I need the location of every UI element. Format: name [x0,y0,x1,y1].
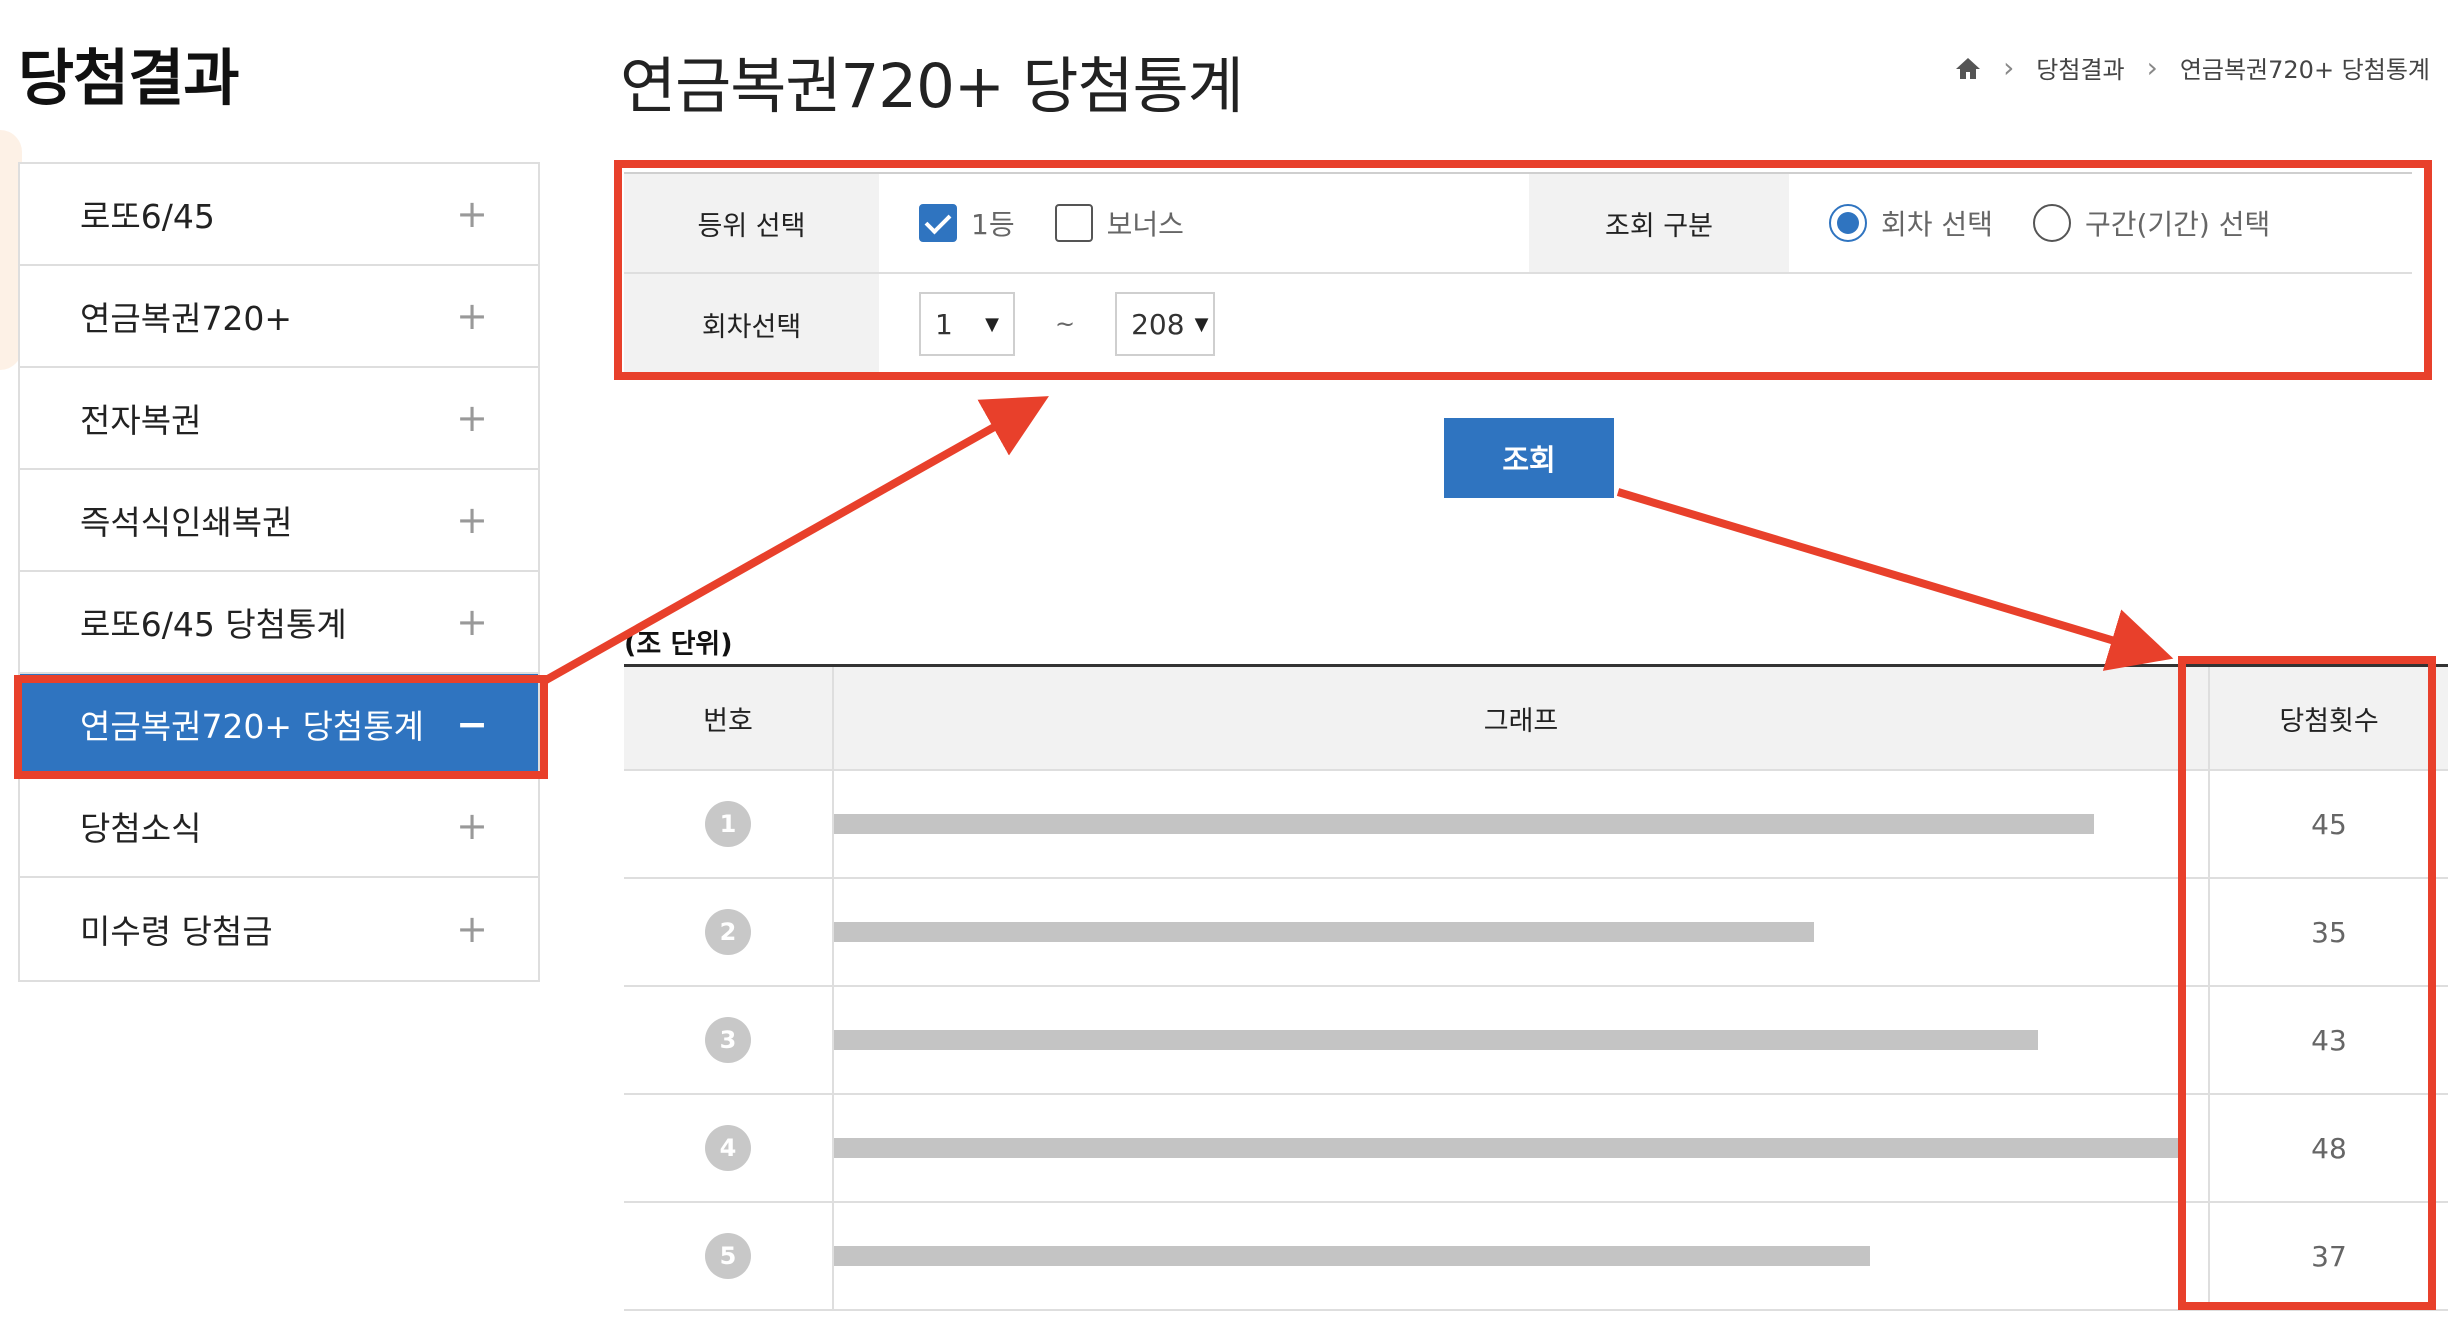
graph-bar [834,814,2094,834]
round-from-select[interactable]: 1 ▼ [919,292,1015,356]
radio-icon[interactable] [2032,204,2071,242]
expand-icon: + [456,600,488,644]
radio-selected-icon[interactable] [1829,204,1867,242]
chevron-right-icon: › [2003,51,2015,84]
win-count: 43 [2311,1023,2347,1057]
results-table: 번호 그래프 당첨횟수 1 45 2 35 3 43 4 48 5 37 [624,664,2448,1311]
table-row: 4 48 [624,1095,2448,1203]
round-select-radio[interactable]: 회차 선택 [1829,203,1993,243]
expand-icon: + [456,907,488,951]
row-number-badge: 2 [705,909,751,955]
side-title: 당첨결과 [18,43,239,114]
row-number-badge: 5 [705,1233,751,1279]
win-count: 37 [2311,1239,2347,1273]
query-type-options: 회차 선택 구간(기간) 선택 [1789,174,2412,272]
sidebar-item-pension720-stats[interactable]: 연금복권720+ 당첨통계 − [20,674,538,776]
caret-down-icon: ▼ [985,313,999,335]
header-no: 번호 [624,667,834,769]
table-row: 1 45 [624,771,2448,879]
table-header-row: 번호 그래프 당첨횟수 [624,667,2448,771]
table-row: 5 37 [624,1203,2448,1311]
expand-icon: + [456,294,488,338]
select-value: 208 [1131,307,1185,341]
table-row: 2 35 [624,879,2448,987]
checkbox-checked-icon[interactable] [919,204,957,242]
sidebar-item-unclaimed-prize[interactable]: 미수령 당첨금 + [20,878,538,980]
expand-icon: + [456,804,488,848]
header-graph: 그래프 [834,667,2210,769]
round-label: 회차선택 [624,274,879,374]
checkbox-icon[interactable] [1054,204,1093,242]
rank-label: 등위 선택 [624,174,879,272]
sidebar-item-label: 전자복권 [80,401,202,440]
win-count: 48 [2311,1131,2347,1165]
header-count: 당첨횟수 [2279,705,2379,737]
sidebar-item-label: 즉석식인쇄복권 [80,503,293,542]
win-count: 45 [2311,807,2347,841]
sidebar-item-label: 연금복권720+ [80,299,293,338]
range-separator: ~ [1055,310,1076,338]
sidebar-menu: 로또6/45 + 연금복권720+ + 전자복권 + 즉석식인쇄복권 + 로또6… [18,162,540,982]
row-number-badge: 1 [705,801,751,847]
select-value: 1 [935,307,953,341]
sidebar-item-label: 로또6/45 당첨통계 [80,605,347,644]
sidebar-item-lotto645[interactable]: 로또6/45 + [20,164,538,266]
annotation-arrow-count [1616,488,2174,671]
round-range: 1 ▼ ~ 208 ▼ [879,274,2412,374]
breadcrumb: › 당첨결과 › 연금복권720+ 당첨통계 [1955,50,2430,85]
chevron-right-icon: › [2146,51,2158,84]
win-count: 35 [2311,915,2347,949]
rank-bonus-checkbox[interactable]: 보너스 [1054,203,1184,243]
sidebar-item-label: 로또6/45 [80,197,215,236]
annotation-arrow-menu [544,396,1049,684]
checkbox-label: 1등 [971,208,1015,241]
filter-row-rank: 등위 선택 1등 보너스 조회 구분 회차 선택 구간(기간) 선택 [624,174,2412,274]
search-button[interactable]: 조회 [1444,418,1614,498]
home-icon[interactable] [1955,56,1981,80]
table-row: 3 43 [624,987,2448,1095]
sidebar-item-pension720[interactable]: 연금복권720+ + [20,266,538,368]
sidebar-item-e-lottery[interactable]: 전자복권 + [20,368,538,470]
graph-bar [834,922,1814,942]
breadcrumb-item[interactable]: 당첨결과 [2036,50,2124,85]
graph-bar [834,1030,2038,1050]
rank-options: 1등 보너스 [879,174,1529,272]
sidebar-item-win-news[interactable]: 당첨소식 + [20,776,538,878]
checkbox-label: 보너스 [1106,208,1184,241]
sidebar-item-lotto645-stats[interactable]: 로또6/45 당첨통계 + [20,572,538,674]
graph-bar [834,1246,1870,1266]
expand-icon: + [456,396,488,440]
filter-panel: 등위 선택 1등 보너스 조회 구분 회차 선택 구간(기간) 선택 회차선택 [624,172,2412,376]
unit-label: (조 단위) [624,629,733,660]
rank-first-checkbox[interactable]: 1등 [919,203,1015,243]
sidebar-item-label: 연금복권720+ 당첨통계 [80,707,425,746]
period-select-radio[interactable]: 구간(기간) 선택 [2032,203,2271,243]
sidebar-item-label: 당첨소식 [80,809,202,848]
radio-label: 구간(기간) 선택 [2084,208,2271,241]
page-title: 연금복권720+ 당첨통계 [620,51,1244,122]
graph-bar [834,1138,2178,1158]
collapse-icon: − [456,702,488,746]
sidebar-item-label: 미수령 당첨금 [80,912,273,951]
filter-row-round: 회차선택 1 ▼ ~ 208 ▼ [624,274,2412,374]
row-number-badge: 4 [705,1125,751,1171]
expand-icon: + [456,498,488,542]
expand-icon: + [456,192,488,236]
row-number-badge: 3 [705,1017,751,1063]
sidebar-item-instant-lottery[interactable]: 즉석식인쇄복권 + [20,470,538,572]
breadcrumb-item-current[interactable]: 연금복권720+ 당첨통계 [2180,50,2430,85]
radio-label: 회차 선택 [1881,208,1993,241]
query-type-label: 조회 구분 [1529,174,1789,272]
caret-down-icon: ▼ [1194,313,1209,335]
round-to-select[interactable]: 208 ▼ [1115,292,1216,356]
